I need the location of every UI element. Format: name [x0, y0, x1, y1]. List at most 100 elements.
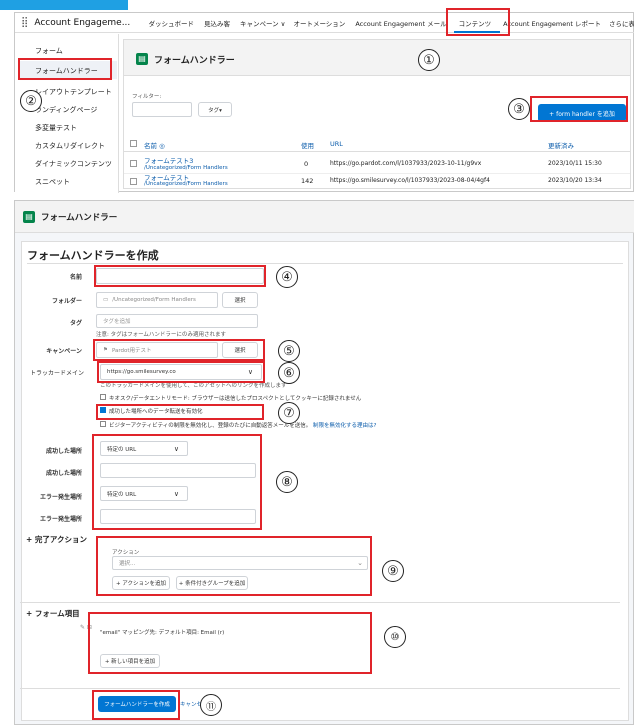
visitor-link[interactable]: 制限を無効化する理由は?: [313, 423, 376, 429]
annotation-1: ①: [418, 49, 440, 71]
add-form-handler-button[interactable]: + form handler を追加: [538, 104, 626, 122]
top-nav: ⣿ Account Engageme... ダッシュボード 見込み客 キャンペー…: [15, 13, 634, 33]
tag-label: タグ: [69, 320, 82, 327]
row-updated: 2023/10/20 13:34: [548, 177, 602, 184]
create-header-title: フォームハンドラー: [41, 213, 118, 223]
row-folder[interactable]: /Uncategorized/Form Handlers: [144, 181, 228, 187]
visitor-checkbox-row[interactable]: ビジターアクティビティの制限を無効化し、登録のたびに自動返答メールを送信。 制限…: [100, 421, 376, 429]
campaign-value: Pardot用テスト: [111, 348, 152, 354]
error-location-label: エラー発生場所: [39, 494, 82, 501]
col-name[interactable]: 名前 ◎: [144, 140, 165, 150]
action-label: アクション: [112, 550, 140, 556]
nav-email[interactable]: Account Engagement メール: [355, 18, 446, 28]
kiosk-checkbox[interactable]: [100, 394, 106, 400]
sidebar-item-custom-redirects[interactable]: カスタムリダイレクト: [35, 141, 105, 151]
select-all-checkbox[interactable]: [130, 140, 137, 147]
action-select-value: 選択...: [119, 561, 136, 567]
add-condition-button[interactable]: + 条件付きグループを追加: [176, 576, 248, 590]
row-url: https://go.pardot.com/l/1037933/2023-10-…: [330, 160, 482, 167]
app-launcher-icon[interactable]: ⣿: [21, 17, 28, 28]
add-action-button[interactable]: + アクションを追加: [112, 576, 170, 590]
row-usage: 142: [301, 177, 314, 185]
annotation-8: ⑧: [276, 471, 298, 493]
forward-checkbox[interactable]: [100, 407, 106, 413]
col-url[interactable]: URL: [330, 140, 343, 148]
tag-input[interactable]: タグを追加: [96, 314, 258, 328]
nav-content-underline: [454, 31, 500, 33]
success-location-label: 成功した場所: [45, 448, 82, 455]
error-url-input[interactable]: [100, 509, 256, 524]
forward-checkbox-row[interactable]: 成功した場所へのデータ転送を有効化: [100, 407, 203, 415]
row-checkbox[interactable]: [130, 160, 137, 167]
name-label: 名前: [69, 274, 82, 281]
create-title: フォームハンドラーを作成: [27, 249, 159, 262]
create-form-handler-button[interactable]: フォームハンドラーを作成: [98, 696, 176, 712]
sidebar-item-landing-pages[interactable]: ランディングページ: [35, 105, 97, 115]
tracker-domain-select[interactable]: https://go.smilesurvey.co ∨: [100, 364, 262, 380]
campaign-select-button[interactable]: 選択: [222, 342, 258, 358]
col-updated[interactable]: 更新済み: [548, 140, 574, 150]
row-updated: 2023/10/11 15:30: [548, 160, 602, 167]
nav-campaigns[interactable]: キャンペーン ∨: [240, 18, 286, 28]
nav-automation[interactable]: オートメーション: [293, 18, 345, 28]
kiosk-text: キオスク/データエントリモード: ブラウザーは送信したプロスペクトとしてクッキー…: [109, 396, 362, 402]
annotation-9: ⑨: [382, 560, 404, 582]
create-form: [21, 241, 629, 721]
submit-divider: [20, 688, 620, 689]
title-divider: [27, 263, 623, 264]
sidebar-item-form-handlers[interactable]: フォームハンドラー: [35, 66, 98, 76]
sidebar-item-forms[interactable]: フォーム: [35, 46, 63, 56]
tag-filter-button[interactable]: タグ▾: [198, 102, 232, 117]
success-url-input[interactable]: [100, 463, 256, 478]
nav-reports[interactable]: Account Engagement レポート: [503, 18, 601, 28]
campaign-icon: ⚑: [103, 347, 108, 353]
chevron-down-icon: ∨: [247, 368, 253, 376]
annotation-11: ⑪: [200, 694, 222, 716]
row-checkbox[interactable]: [130, 178, 137, 185]
completion-actions-title[interactable]: + 完了アクション: [26, 534, 87, 545]
table-row: フォームテスト /Uncategorized/Form Handlers 142…: [124, 174, 630, 188]
row-name[interactable]: フォームテスト3: [144, 155, 193, 165]
visitor-checkbox[interactable]: [100, 421, 106, 427]
filter-input[interactable]: [132, 102, 192, 117]
folder-icon: ▭: [103, 297, 109, 303]
kiosk-checkbox-row[interactable]: キオスク/データエントリモード: ブラウザーは送信したプロスペクトとしてクッキー…: [100, 394, 361, 402]
row-usage: 0: [304, 160, 309, 168]
list-title: フォームハンドラー: [154, 56, 235, 66]
campaign-input[interactable]: ⚑ Pardot用テスト: [96, 342, 218, 358]
filter-label: フィルター:: [132, 94, 162, 100]
error-location-value: 特定の URL: [107, 491, 137, 498]
table-row: フォームテスト3 /Uncategorized/Form Handlers 0 …: [124, 152, 630, 174]
folder-input[interactable]: ▭/Uncategorized/Form Handlers: [96, 292, 218, 308]
tracker-domain-value: https://go.smilesurvey.co: [107, 369, 176, 375]
nav-content[interactable]: コンテンツ: [459, 18, 492, 28]
annotation-5: ⑤: [278, 340, 300, 362]
edit-icon[interactable]: ✎ ⊞: [80, 624, 92, 631]
sidebar-item-layout-templates[interactable]: レイアウトテンプレート: [35, 87, 112, 97]
sidebar-item-dynamic-content[interactable]: ダイナミックコンテンツ: [35, 159, 112, 169]
forward-text: 成功した場所へのデータ転送を有効化: [109, 409, 203, 415]
success-location2-label: 成功した場所: [45, 470, 82, 477]
nav-dashboard[interactable]: ダッシュボード: [148, 18, 194, 28]
list-panel: ▤ フォームハンドラー フィルター: タグ▾ + form handler を追…: [123, 39, 631, 189]
nav-prospects[interactable]: 見込み客: [204, 18, 230, 28]
annotation-2: ②: [20, 90, 42, 112]
chevron-down-icon: ∨: [173, 444, 179, 453]
sidebar-item-snippets[interactable]: スニペット: [35, 177, 70, 187]
col-usage[interactable]: 使用: [301, 140, 314, 150]
folder-label: フォルダー: [51, 298, 82, 305]
success-location-select[interactable]: 特定の URL ∨: [100, 441, 188, 456]
error-location-select[interactable]: 特定の URL ∨: [100, 486, 188, 501]
app-name: Account Engageme...: [34, 17, 131, 28]
success-location-value: 特定の URL: [107, 446, 137, 453]
tracker-label: トラッカードメイン: [29, 370, 84, 377]
action-select[interactable]: 選択... ⌄: [112, 556, 368, 570]
row-folder[interactable]: /Uncategorized/Form Handlers: [144, 165, 228, 171]
sidebar-item-mvt[interactable]: 多変量テスト: [35, 123, 77, 133]
form-fields-title[interactable]: + フォーム項目: [26, 608, 80, 619]
tag-note: 注意: タグはフォームハンドラーにのみ適用されます: [96, 332, 226, 338]
folder-select-button[interactable]: 選択: [222, 292, 258, 308]
add-new-field-button[interactable]: + 新しい項目を追加: [100, 654, 160, 668]
nav-more[interactable]: さらに表: [609, 18, 634, 28]
name-input[interactable]: [96, 268, 264, 284]
